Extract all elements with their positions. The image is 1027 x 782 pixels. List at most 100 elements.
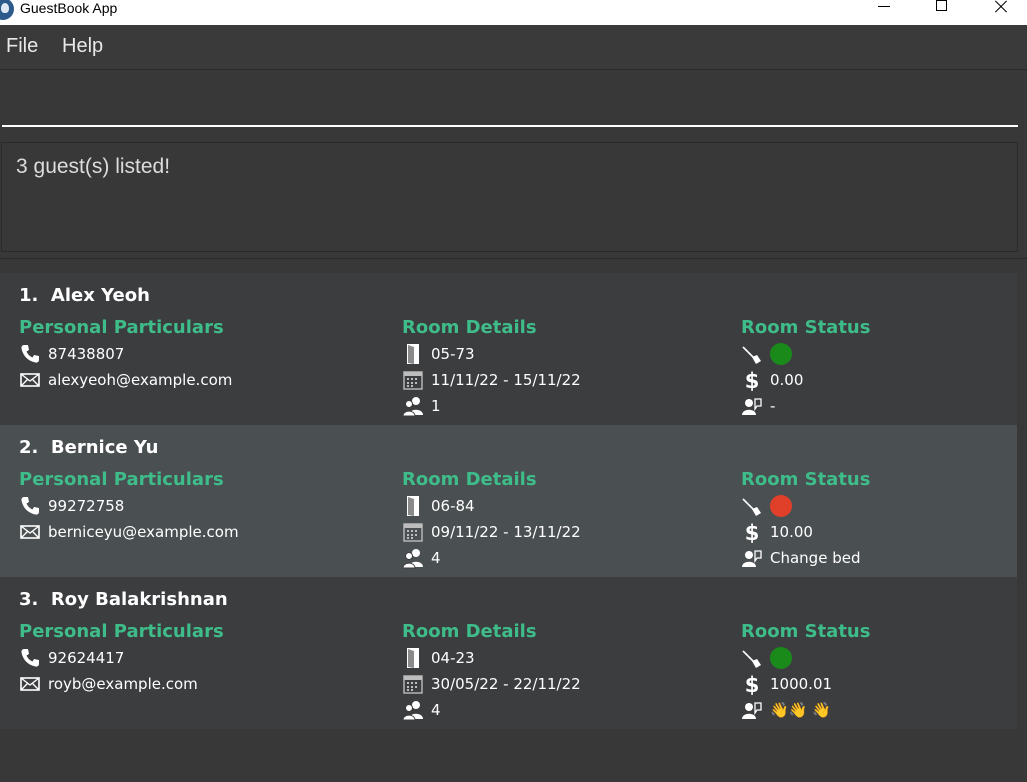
close-icon[interactable] xyxy=(981,0,1021,16)
bill-row: $ 10.00 xyxy=(741,521,813,545)
email-row: berniceyu@example.com xyxy=(19,521,239,543)
room-status-title: Room Status xyxy=(741,317,871,338)
room-details-title: Room Details xyxy=(402,621,537,642)
svg-text:$: $ xyxy=(745,521,760,543)
room-number: 05-73 xyxy=(431,345,475,363)
broom-icon xyxy=(741,647,763,669)
result-message: 3 guest(s) listed! xyxy=(16,155,171,178)
svg-text:$: $ xyxy=(745,369,760,391)
clean-status-row xyxy=(741,647,792,669)
door-icon xyxy=(402,343,424,365)
guest-list: 1. Alex Yeoh Personal Particulars 874388… xyxy=(0,273,1017,729)
maximize-icon[interactable] xyxy=(922,0,962,16)
room-details-title: Room Details xyxy=(402,469,537,490)
dollar-icon: $ xyxy=(741,369,763,393)
people-icon xyxy=(402,699,424,721)
personal-particulars-title: Personal Particulars xyxy=(19,469,224,490)
phone-number: 99272758 xyxy=(48,497,125,515)
bill-amount: 0.00 xyxy=(770,371,804,389)
guest-name: 2. Bernice Yu xyxy=(19,437,159,458)
dates-row: 11/11/22 - 15/11/22 xyxy=(402,369,581,391)
email-row: alexyeoh@example.com xyxy=(19,369,232,391)
request-row: Change bed xyxy=(741,547,860,569)
guest-name: 3. Roy Balakrishnan xyxy=(19,589,228,610)
room-details-title: Room Details xyxy=(402,317,537,338)
personal-particulars-title: Personal Particulars xyxy=(19,317,224,338)
phone-number: 87438807 xyxy=(48,345,125,363)
minimize-icon[interactable] xyxy=(864,0,904,16)
divider xyxy=(0,258,1027,259)
room-status-title: Room Status xyxy=(741,621,871,642)
dollar-icon: $ xyxy=(741,673,763,697)
room-number-row: 06-84 xyxy=(402,495,475,517)
stay-dates: 09/11/22 - 13/11/22 xyxy=(431,523,581,541)
clean-status-row xyxy=(741,495,792,517)
dates-row: 09/11/22 - 13/11/22 xyxy=(402,521,581,543)
guest-count-row: 1 xyxy=(402,395,441,417)
room-number-row: 04-23 xyxy=(402,647,475,669)
request-row: 👋👋 👋 xyxy=(741,699,831,721)
bill-row: $ 1000.01 xyxy=(741,673,833,697)
request-row: - xyxy=(741,395,775,417)
people-icon xyxy=(402,395,424,417)
concierge-icon xyxy=(741,699,763,721)
room-number: 06-84 xyxy=(431,497,475,515)
clean-status-indicator xyxy=(770,495,792,517)
menu-file[interactable]: File xyxy=(6,35,38,58)
email-address: alexyeoh@example.com xyxy=(48,371,233,389)
room-number: 04-23 xyxy=(431,649,475,667)
clean-status-row xyxy=(741,343,792,365)
guest-card[interactable]: 2. Bernice Yu Personal Particulars 99272… xyxy=(0,425,1017,577)
personal-particulars-title: Personal Particulars xyxy=(19,621,224,642)
calendar-icon xyxy=(402,521,424,543)
phone-row: 99272758 xyxy=(19,495,124,517)
email-row: royb@example.com xyxy=(19,673,198,695)
phone-icon xyxy=(19,343,41,365)
guest-count: 4 xyxy=(431,701,441,719)
window-title: GuestBook App xyxy=(20,0,118,16)
envelope-icon xyxy=(19,369,41,391)
menu-help[interactable]: Help xyxy=(62,35,103,58)
guest-count: 1 xyxy=(431,397,441,415)
broom-icon xyxy=(741,343,763,365)
guest-card[interactable]: 1. Alex Yeoh Personal Particulars 874388… xyxy=(0,273,1017,425)
svg-text:$: $ xyxy=(745,673,760,695)
phone-number: 92624417 xyxy=(48,649,125,667)
room-status-title: Room Status xyxy=(741,469,871,490)
envelope-icon xyxy=(19,673,41,695)
broom-icon xyxy=(741,495,763,517)
guest-count: 4 xyxy=(431,549,441,567)
guest-count-row: 4 xyxy=(402,699,441,721)
guest-name: 1. Alex Yeoh xyxy=(19,285,150,306)
phone-row: 92624417 xyxy=(19,647,124,669)
email-address: royb@example.com xyxy=(48,675,198,693)
bill-amount: 1000.01 xyxy=(770,675,833,693)
special-request: - xyxy=(770,397,776,415)
app-icon xyxy=(0,0,14,20)
stay-dates: 30/05/22 - 22/11/22 xyxy=(431,675,581,693)
result-display: 3 guest(s) listed! xyxy=(1,142,1018,252)
dollar-icon: $ xyxy=(741,521,763,545)
door-icon xyxy=(402,495,424,517)
clean-status-indicator xyxy=(770,343,792,365)
menu-bar: File Help xyxy=(0,25,1027,70)
phone-icon xyxy=(19,647,41,669)
concierge-icon xyxy=(741,547,763,569)
bill-amount: 10.00 xyxy=(770,523,813,541)
title-bar: GuestBook App xyxy=(0,0,1027,25)
clean-status-indicator xyxy=(770,647,792,669)
guest-count-row: 4 xyxy=(402,547,441,569)
stay-dates: 11/11/22 - 15/11/22 xyxy=(431,371,581,389)
special-request: 👋👋 👋 xyxy=(770,701,831,719)
concierge-icon xyxy=(741,395,763,417)
command-input[interactable] xyxy=(2,72,1018,127)
envelope-icon xyxy=(19,521,41,543)
calendar-icon xyxy=(402,673,424,695)
guest-card[interactable]: 3. Roy Balakrishnan Personal Particulars… xyxy=(0,577,1017,729)
bill-row: $ 0.00 xyxy=(741,369,804,393)
calendar-icon xyxy=(402,369,424,391)
phone-icon xyxy=(19,495,41,517)
people-icon xyxy=(402,547,424,569)
door-icon xyxy=(402,647,424,669)
room-number-row: 05-73 xyxy=(402,343,475,365)
